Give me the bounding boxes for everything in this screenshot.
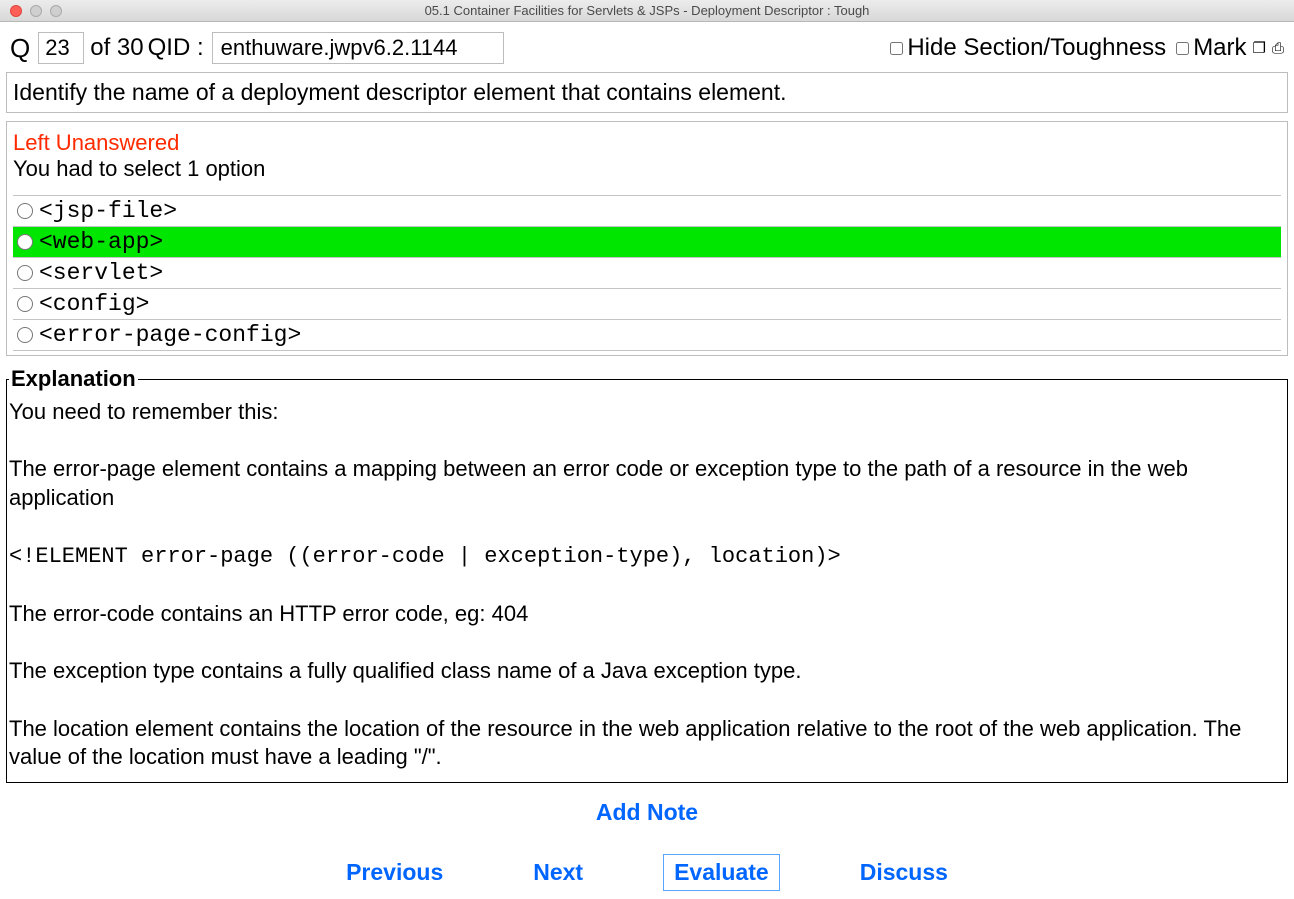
option-radio[interactable]	[17, 296, 33, 312]
print-icon[interactable]: ⎙	[1272, 41, 1284, 56]
option-text: <jsp-file>	[39, 198, 177, 224]
answer-status: Left Unanswered	[13, 130, 1281, 156]
window-title: 05.1 Container Facilities for Servlets &…	[0, 3, 1294, 18]
option-text: <web-app>	[39, 229, 163, 255]
nav-row: Previous Next Evaluate Discuss	[0, 854, 1294, 891]
maximize-window-icon[interactable]	[50, 5, 62, 17]
close-window-icon[interactable]	[10, 5, 22, 17]
add-note-link[interactable]: Add Note	[596, 799, 698, 825]
mark-label: Mark	[1193, 34, 1246, 62]
minimize-window-icon[interactable]	[30, 5, 42, 17]
hide-section-label: Hide Section/Toughness	[907, 34, 1166, 62]
evaluate-button[interactable]: Evaluate	[663, 854, 780, 891]
option-text: <config>	[39, 291, 149, 317]
option-text: <error-page-config>	[39, 322, 301, 348]
option-row[interactable]: <error-page-config>	[13, 319, 1281, 351]
question-number-input[interactable]	[38, 32, 84, 64]
option-text: <servlet>	[39, 260, 163, 286]
question-total-label: of 30	[90, 34, 143, 62]
option-radio[interactable]	[17, 265, 33, 281]
qid-label: QID :	[148, 34, 204, 62]
option-radio[interactable]	[17, 327, 33, 343]
question-text: Identify the name of a deployment descri…	[13, 79, 787, 105]
question-label: Q	[10, 33, 30, 64]
discuss-button[interactable]: Discuss	[850, 855, 958, 890]
option-row[interactable]: <web-app>	[13, 226, 1281, 258]
answer-box: Left Unanswered You had to select 1 opti…	[6, 121, 1288, 356]
mark-checkbox[interactable]	[1176, 42, 1189, 55]
option-row[interactable]: <servlet>	[13, 257, 1281, 289]
explanation-box: Explanation You need to remember this: T…	[6, 366, 1288, 783]
explanation-legend: Explanation	[9, 366, 138, 392]
question-text-box: Identify the name of a deployment descri…	[6, 72, 1288, 113]
next-button[interactable]: Next	[523, 855, 593, 890]
toolbar: Q of 30 QID : Hide Section/Toughness Mar…	[0, 22, 1294, 72]
popout-icon[interactable]: ❐	[1253, 41, 1266, 56]
options-list: <jsp-file> <web-app> <servlet> <config> <err…	[13, 195, 1281, 351]
hide-section-checkbox[interactable]	[890, 42, 903, 55]
option-row[interactable]: <config>	[13, 288, 1281, 320]
option-radio[interactable]	[17, 234, 33, 250]
answer-hint: You had to select 1 option	[13, 156, 1281, 182]
explanation-body: You need to remember this: The error-pag…	[9, 398, 1285, 772]
mark-toggle[interactable]: Mark	[1176, 34, 1246, 62]
window-titlebar: 05.1 Container Facilities for Servlets &…	[0, 0, 1294, 22]
option-radio[interactable]	[17, 203, 33, 219]
previous-button[interactable]: Previous	[336, 855, 453, 890]
qid-input[interactable]	[212, 32, 504, 64]
option-row[interactable]: <jsp-file>	[13, 195, 1281, 227]
hide-section-toggle[interactable]: Hide Section/Toughness	[890, 34, 1166, 62]
add-note-row: Add Note	[0, 799, 1294, 826]
window-controls	[0, 5, 62, 17]
